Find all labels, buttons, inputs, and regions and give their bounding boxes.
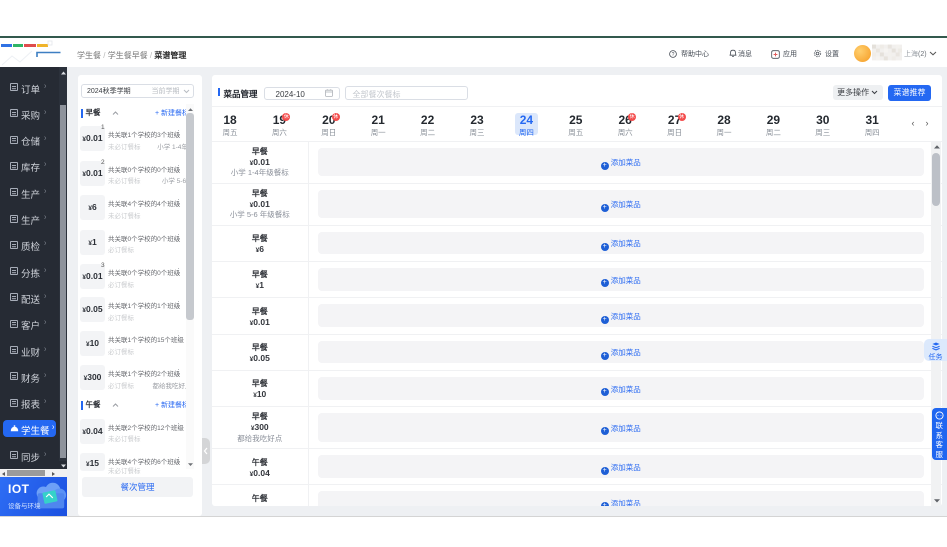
svg-text:?: ? bbox=[672, 51, 675, 57]
